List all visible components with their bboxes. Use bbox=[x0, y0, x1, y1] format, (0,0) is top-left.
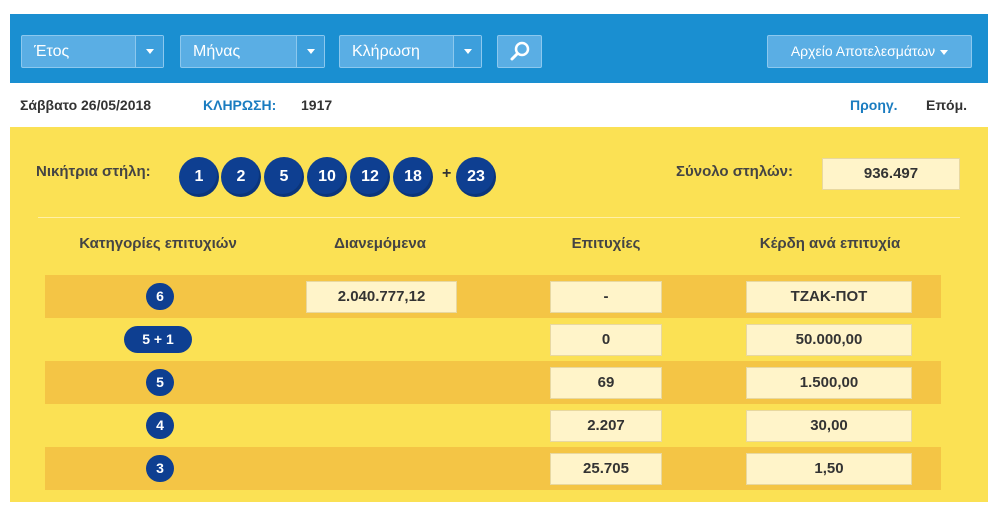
header-winners: Επιτυχίες bbox=[571, 235, 641, 252]
month-dropdown-label: Μήνας bbox=[193, 43, 241, 60]
results-archive-label: Αρχείο Αποτελεσμάτων bbox=[790, 43, 936, 59]
draw-date: Σάββατο 26/05/2018 bbox=[20, 97, 152, 113]
winning-column-label: Νικήτρια στήλη: bbox=[36, 163, 151, 180]
category-badge: 6 bbox=[146, 283, 174, 310]
results-panel: Νικήτρια στήλη: 1 2 5 10 12 18 + 23 Σύνο… bbox=[10, 127, 988, 502]
chevron-down-icon bbox=[453, 36, 481, 67]
draw-label: ΚΛΗΡΩΣΗ: bbox=[203, 97, 277, 113]
chevron-down-icon bbox=[940, 49, 949, 55]
table-row: 4 2.207 30,00 bbox=[45, 404, 941, 447]
bonus-plus-sign: + bbox=[442, 165, 452, 182]
header-categories: Κατηγορίες επιτυχιών bbox=[79, 235, 237, 252]
winners-count: 2.207 bbox=[550, 410, 662, 442]
draw-number: 1917 bbox=[301, 97, 333, 113]
prize-amount: 1.500,00 bbox=[746, 367, 912, 399]
total-columns-label: Σύνολο στηλών: bbox=[676, 163, 794, 180]
bonus-number-ball: 23 bbox=[456, 157, 496, 197]
divider bbox=[38, 217, 960, 218]
prize-amount: 1,50 bbox=[746, 453, 912, 485]
prize-amount: ΤΖΑΚ-ΠΟΤ bbox=[746, 281, 912, 313]
winning-number-ball: 1 bbox=[179, 157, 219, 197]
draw-info-bar: Σάββατο 26/05/2018 ΚΛΗΡΩΣΗ: 1917 Προηγ. … bbox=[10, 83, 988, 127]
search-button[interactable] bbox=[497, 35, 542, 68]
winners-count: 25.705 bbox=[550, 453, 662, 485]
winners-count: - bbox=[550, 281, 662, 313]
winners-count: 69 bbox=[550, 367, 662, 399]
prize-amount: 30,00 bbox=[746, 410, 912, 442]
table-row: 3 25.705 1,50 bbox=[45, 447, 941, 490]
category-badge: 4 bbox=[146, 412, 174, 439]
top-navigation-bar: Έτος Μήνας Κλήρωση Αρχείο Αποτελεσμάτων bbox=[10, 14, 988, 83]
table-row: 6 2.040.777,12 - ΤΖΑΚ-ΠΟΤ bbox=[45, 275, 941, 318]
table-row: 5 + 1 0 50.000,00 bbox=[45, 318, 941, 361]
header-prize-per-winner: Κέρδη ανά επιτυχία bbox=[759, 235, 901, 252]
winning-number-ball: 12 bbox=[350, 157, 390, 197]
previous-draw-link[interactable]: Προηγ. bbox=[850, 83, 898, 127]
table-row: 5 69 1.500,00 bbox=[45, 361, 941, 404]
search-icon bbox=[510, 41, 530, 61]
winning-number-ball: 18 bbox=[393, 157, 433, 197]
month-dropdown[interactable]: Μήνας bbox=[180, 35, 325, 68]
year-dropdown[interactable]: Έτος bbox=[21, 35, 164, 68]
draw-dropdown[interactable]: Κλήρωση bbox=[339, 35, 482, 68]
winning-number-ball: 5 bbox=[264, 157, 304, 197]
winners-count: 0 bbox=[550, 324, 662, 356]
winning-number-ball: 10 bbox=[307, 157, 347, 197]
year-dropdown-label: Έτος bbox=[34, 43, 70, 60]
chevron-down-icon bbox=[135, 36, 163, 67]
header-distributed: Διανεμόμενα bbox=[334, 235, 426, 252]
next-draw-link[interactable]: Επόμ. bbox=[926, 83, 967, 127]
chevron-down-icon bbox=[296, 36, 324, 67]
total-columns-value: 936.497 bbox=[822, 158, 960, 190]
results-archive-dropdown[interactable]: Αρχείο Αποτελεσμάτων bbox=[767, 35, 972, 68]
category-badge: 3 bbox=[146, 455, 174, 482]
prize-amount: 50.000,00 bbox=[746, 324, 912, 356]
category-badge: 5 bbox=[146, 369, 174, 396]
distributed-amount: 2.040.777,12 bbox=[306, 281, 457, 313]
draw-dropdown-label: Κλήρωση bbox=[352, 43, 420, 60]
category-badge: 5 + 1 bbox=[124, 326, 192, 353]
winning-number-ball: 2 bbox=[221, 157, 261, 197]
